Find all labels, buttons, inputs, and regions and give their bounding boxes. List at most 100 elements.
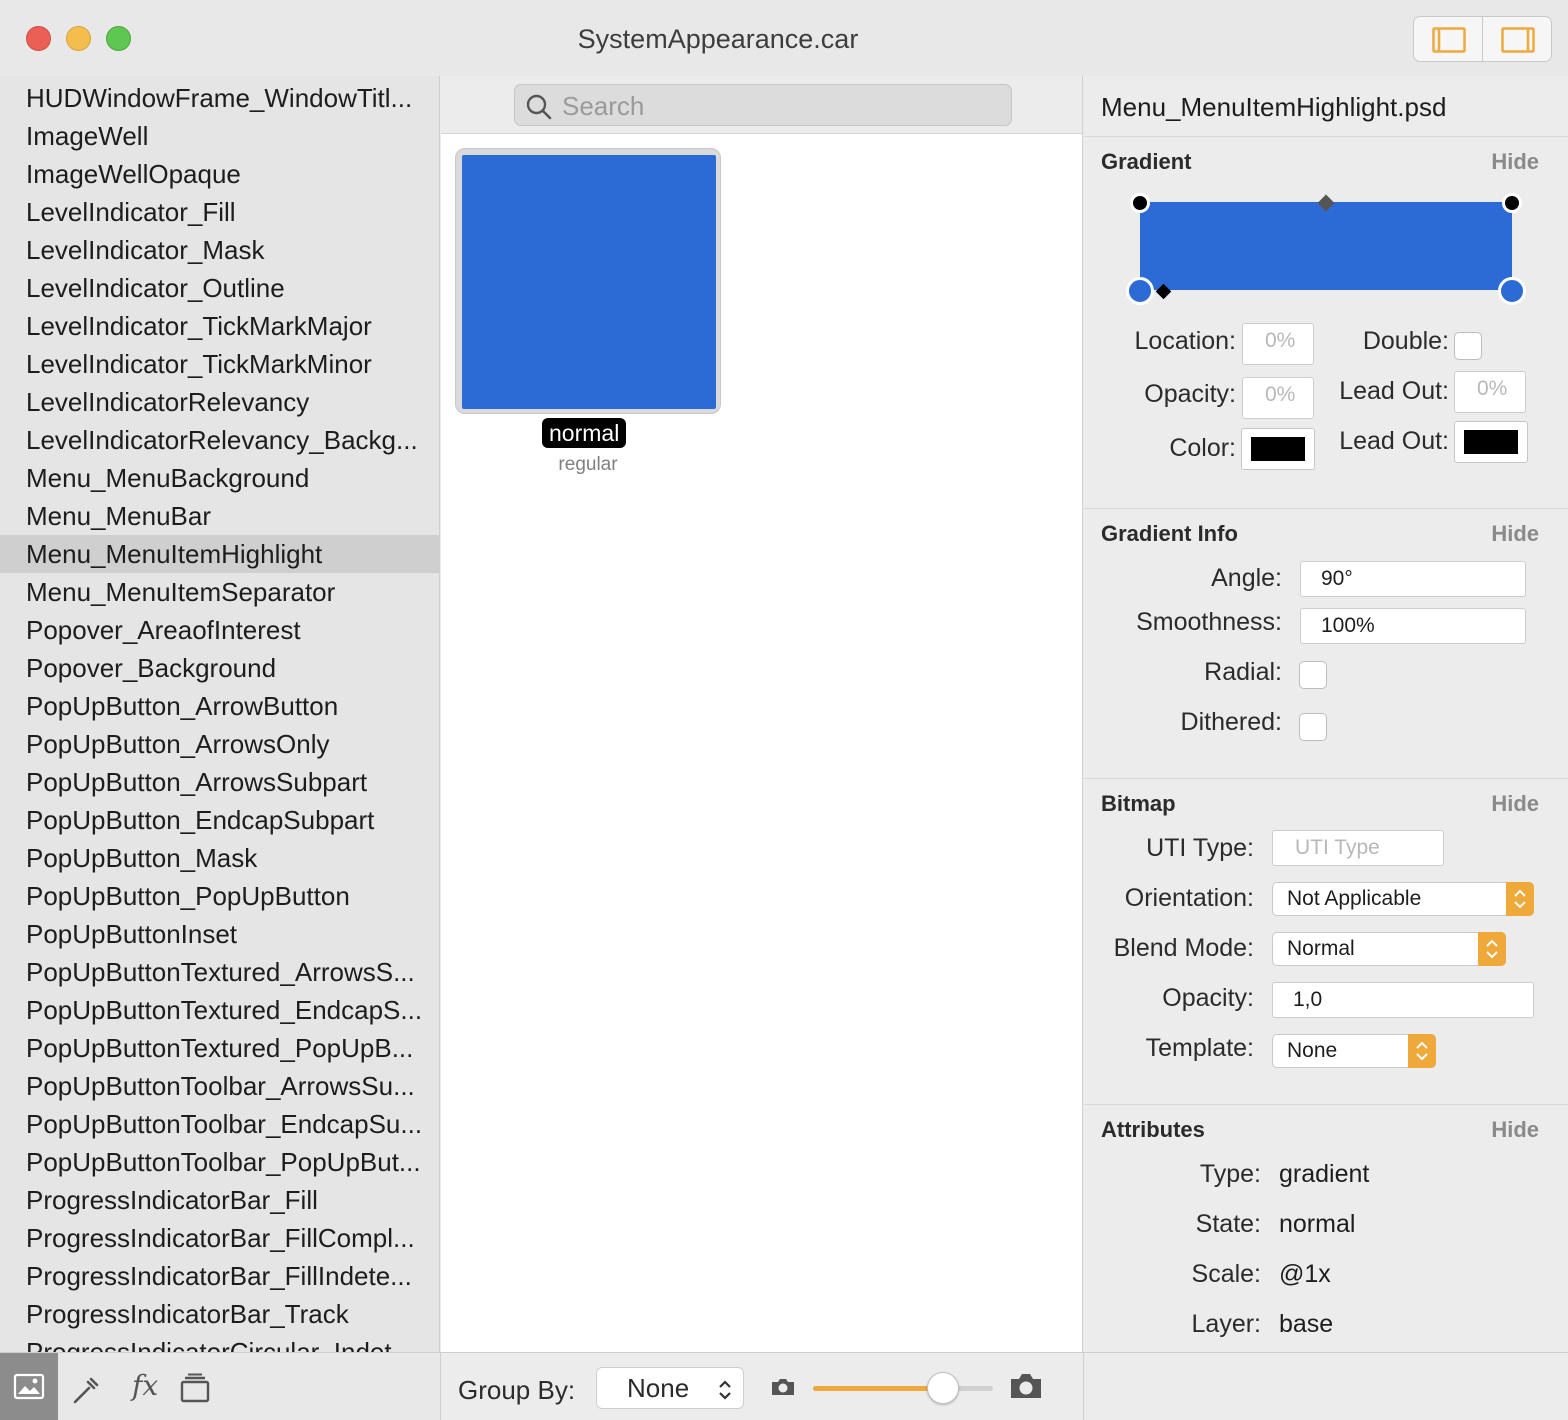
list-item[interactable]: PopUpButton_ArrowsOnly: [0, 725, 439, 763]
list-item[interactable]: Menu_MenuBackground: [0, 459, 439, 497]
color-well[interactable]: [1241, 428, 1315, 470]
gradient-opacity-stop-left[interactable]: [1130, 193, 1150, 213]
radial-checkbox[interactable]: [1299, 661, 1327, 689]
popup-arrows-icon: [1506, 882, 1534, 916]
list-item[interactable]: PopUpButton_Mask: [0, 839, 439, 877]
gradient-color-stop-right[interactable]: [1498, 277, 1526, 305]
list-item[interactable]: LevelIndicator_Mask: [0, 231, 439, 269]
list-item[interactable]: ProgressIndicatorBar_FillIndete...: [0, 1257, 439, 1295]
list-item[interactable]: PopUpButtonTextured_ArrowsS...: [0, 953, 439, 991]
list-item[interactable]: PopUpButtonToolbar_EndcapSu...: [0, 1105, 439, 1143]
gradient-info-hide-button[interactable]: Hide: [1491, 521, 1539, 547]
asset-thumbnail[interactable]: [455, 148, 721, 414]
images-tab-button[interactable]: [0, 1353, 58, 1420]
list-item[interactable]: LevelIndicator_Outline: [0, 269, 439, 307]
list-item[interactable]: PopUpButton_ArrowButton: [0, 687, 439, 725]
popup-arrows-icon: [1478, 932, 1506, 966]
inspector-panel: Menu_MenuItemHighlight.psd Gradient Hide…: [1084, 76, 1568, 1352]
list-item[interactable]: ProgressIndicatorBar_Track: [0, 1295, 439, 1333]
layers-tab-button[interactable]: [166, 1353, 224, 1420]
list-item[interactable]: PopUpButton_ArrowsSubpart: [0, 763, 439, 801]
gradient-info-section: Gradient Info Hide Angle: 90° Smoothness…: [1084, 508, 1568, 778]
double-label: Double:: [1362, 327, 1449, 355]
list-item[interactable]: PopUpButtonTextured_PopUpB...: [0, 1029, 439, 1067]
gradient-hide-button[interactable]: Hide: [1491, 149, 1539, 175]
list-item[interactable]: ProgressIndicatorBar_Fill: [0, 1181, 439, 1219]
list-item[interactable]: Popover_Background: [0, 649, 439, 687]
lead-out-field[interactable]: 0%: [1454, 371, 1526, 413]
bitmap-opacity-label: Opacity:: [1162, 984, 1254, 1012]
list-item[interactable]: LevelIndicator_TickMarkMinor: [0, 345, 439, 383]
list-item[interactable]: PopUpButton_PopUpButton: [0, 877, 439, 915]
location-field[interactable]: 0%: [1242, 323, 1314, 365]
state-value: normal: [1279, 1210, 1356, 1238]
opacity-field[interactable]: 0%: [1242, 377, 1314, 419]
list-item[interactable]: ImageWellOpaque: [0, 155, 439, 193]
orientation-label: Orientation:: [1124, 884, 1254, 912]
list-item[interactable]: PopUpButton_EndcapSubpart: [0, 801, 439, 839]
list-item[interactable]: LevelIndicatorRelevancy: [0, 383, 439, 421]
list-item[interactable]: LevelIndicator_Fill: [0, 193, 439, 231]
dithered-label: Dithered:: [1180, 708, 1282, 736]
zoom-slider-track[interactable]: [813, 1386, 993, 1391]
double-checkbox[interactable]: [1454, 332, 1482, 360]
gradient-header: Gradient: [1101, 149, 1192, 174]
list-item[interactable]: PopUpButtonToolbar_PopUpBut...: [0, 1143, 439, 1181]
list-item[interactable]: ImageWell: [0, 117, 439, 155]
angle-field[interactable]: 90°: [1300, 561, 1526, 597]
popup-arrows-icon: [1408, 1034, 1436, 1068]
uti-type-label: UTI Type:: [1146, 834, 1254, 862]
zoom-slider-knob[interactable]: [926, 1372, 959, 1404]
group-by-popup[interactable]: None: [596, 1367, 744, 1409]
bitmap-hide-button[interactable]: Hide: [1491, 791, 1539, 817]
dithered-checkbox[interactable]: [1299, 713, 1327, 741]
search-icon: [526, 94, 552, 120]
gradient-color-stop-left[interactable]: [1126, 277, 1154, 305]
lead-out-color-well[interactable]: [1454, 421, 1528, 463]
blend-mode-value: Normal: [1287, 937, 1355, 960]
list-item[interactable]: Menu_MenuBar: [0, 497, 439, 535]
color-label: Color:: [1169, 434, 1236, 462]
orientation-value: Not Applicable: [1287, 887, 1422, 910]
lead-out-color-label: Lead Out:: [1339, 427, 1449, 455]
image-icon: [13, 1373, 45, 1400]
gradient-preview: [1140, 202, 1512, 290]
list-item[interactable]: Popover_AreaofInterest: [0, 611, 439, 649]
type-value: gradient: [1279, 1160, 1370, 1188]
list-item[interactable]: Menu_MenuItemHighlight: [0, 535, 439, 573]
angle-label: Angle:: [1211, 564, 1282, 592]
toggle-right-panel-button[interactable]: [1482, 17, 1551, 61]
list-item[interactable]: Menu_MenuItemSeparator: [0, 573, 439, 611]
fx-icon: fx: [132, 1369, 159, 1402]
attributes-hide-button[interactable]: Hide: [1491, 1117, 1539, 1143]
eyedropper-icon: [73, 1377, 99, 1404]
blend-mode-popup[interactable]: Normal: [1272, 932, 1506, 966]
orientation-popup[interactable]: Not Applicable: [1272, 882, 1534, 916]
list-item[interactable]: ProgressIndicatorBar_FillCompl...: [0, 1219, 439, 1257]
list-item[interactable]: PopUpButtonToolbar_ArrowsSu...: [0, 1067, 439, 1105]
group-by-value: None: [627, 1373, 690, 1403]
chevron-updown-icon: [719, 1380, 731, 1400]
lead-out-label: Lead Out:: [1339, 377, 1449, 405]
uti-type-field[interactable]: UTI Type: [1272, 830, 1444, 866]
list-item[interactable]: ProgressIndicatorCircular_Indet...: [0, 1333, 439, 1352]
list-item[interactable]: LevelIndicatorRelevancy_Backg...: [0, 421, 439, 459]
smoothness-field[interactable]: 100%: [1300, 608, 1526, 644]
stack-icon: [180, 1373, 210, 1403]
asset-sublabel: regular: [558, 454, 618, 475]
toggle-left-panel-button[interactable]: [1414, 17, 1482, 61]
bitmap-opacity-field[interactable]: 1,0: [1272, 982, 1534, 1018]
list-item[interactable]: HUDWindowFrame_WindowTitl...: [0, 79, 439, 117]
list-item[interactable]: PopUpButtonTextured_EndcapS...: [0, 991, 439, 1029]
layer-label: Layer:: [1191, 1310, 1261, 1338]
blend-mode-label: Blend Mode:: [1113, 934, 1254, 962]
list-item[interactable]: PopUpButtonInset: [0, 915, 439, 953]
gradient-info-header: Gradient Info: [1101, 521, 1238, 546]
template-popup[interactable]: None: [1272, 1034, 1436, 1068]
list-item[interactable]: LevelIndicator_TickMarkMajor: [0, 307, 439, 345]
title-bar: SystemAppearance.car: [0, 0, 1568, 76]
colors-tab-button[interactable]: [58, 1353, 116, 1420]
gradient-opacity-stop-right[interactable]: [1502, 193, 1522, 213]
search-field[interactable]: Search: [514, 84, 1012, 126]
asset-preview: [462, 155, 716, 409]
